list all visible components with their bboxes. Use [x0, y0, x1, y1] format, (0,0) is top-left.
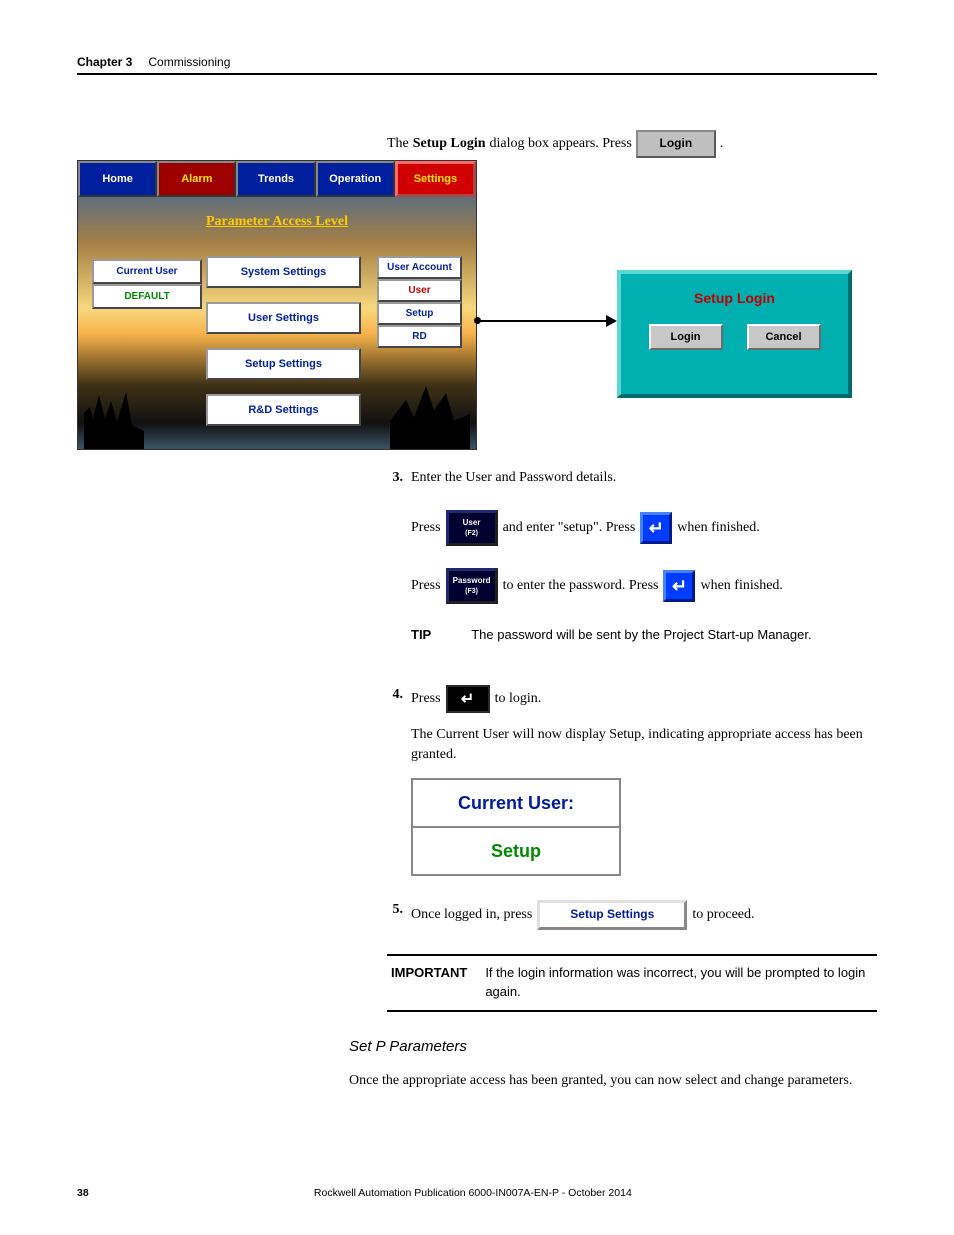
press-enter-login: Press ↵ to login. [411, 685, 877, 713]
key-label: Password [453, 575, 491, 587]
important-callout: IMPORTANT If the login information was i… [387, 954, 877, 1012]
set-p-section: Set P Parameters Once the appropriate ac… [349, 1038, 877, 1089]
tab-settings[interactable]: Settings [395, 161, 476, 197]
tab-operation[interactable]: Operation [316, 161, 395, 197]
setup-settings-button[interactable]: Setup Settings [537, 900, 687, 930]
text: to login. [495, 689, 542, 709]
arrow-head-icon [606, 315, 617, 327]
text: when finished. [700, 576, 782, 596]
step-body: Press ↵ to login. The Current User will … [411, 685, 877, 876]
rd-row[interactable]: RD [377, 325, 462, 348]
enter-key-icon[interactable]: ↵ [663, 570, 695, 602]
setup-login-buttonrow: Login Cancel [649, 324, 821, 350]
settings-buttons: System Settings User Settings Setup Sett… [206, 256, 361, 426]
screenshot-row: Home Alarm Trends Operation Settings Par… [77, 160, 857, 450]
step4-para: The Current User will now display Setup,… [411, 725, 877, 766]
section-heading: Set P Parameters [349, 1038, 877, 1055]
setup-login-title: Setup Login [694, 290, 775, 306]
current-user-value: DEFAULT [92, 284, 202, 309]
current-user-value: Setup [413, 828, 619, 874]
publication-id: Rockwell Automation Publication 6000-IN0… [89, 1187, 857, 1199]
current-user-label: Current User [92, 259, 202, 284]
text: to enter the password. Press [503, 576, 659, 596]
step-number: 5. [387, 900, 403, 930]
oil-rig-silhouette-icon [390, 379, 470, 449]
tab-home[interactable]: Home [78, 161, 157, 197]
step-body: Enter the User and Password details. Pre… [411, 468, 877, 667]
user-account-label: User Account [377, 256, 462, 279]
setup-settings-button[interactable]: Setup Settings [206, 348, 361, 380]
chapter-number: Chapter 3 [77, 55, 132, 69]
text: and enter "setup". Press [503, 518, 636, 538]
system-settings-button[interactable]: System Settings [206, 256, 361, 288]
current-user-group: Current User DEFAULT [92, 259, 202, 309]
current-user-panel: Current User: Setup [411, 778, 621, 876]
intro-line: The Setup Login dialog box appears. Pres… [387, 130, 877, 158]
arrow-line-icon [477, 320, 607, 322]
intro-text-pre: The [387, 134, 409, 154]
enter-key-icon[interactable]: ↵ [640, 512, 672, 544]
key-sub: (F2) [465, 529, 478, 539]
section-para: Once the appropriate access has been gra… [349, 1073, 877, 1089]
step-3: 3. Enter the User and Password details. … [387, 468, 877, 667]
press-password-row: Press Password (F3) to enter the passwor… [411, 568, 877, 604]
step-4: 4. Press ↵ to login. The Current User wi… [387, 685, 877, 876]
important-label: IMPORTANT [391, 964, 467, 983]
user-account-group: User Account User Setup RD [377, 256, 462, 348]
setup-login-dialog: Setup Login Login Cancel [617, 270, 852, 398]
intro-tail: . [720, 134, 724, 154]
key-label: User [463, 517, 481, 529]
chapter-title: Commissioning [148, 55, 230, 69]
intro-text-post: dialog box appears. Press [490, 134, 632, 154]
page-header: Chapter 3 Commissioning [77, 55, 877, 69]
step-number: 4. [387, 685, 403, 876]
hmi-nav: Home Alarm Trends Operation Settings [78, 161, 476, 197]
tip-text: The password will be sent by the Project… [471, 626, 811, 645]
tip-row: TIP The password will be sent by the Pro… [411, 626, 877, 645]
page-footer: 38 Rockwell Automation Publication 6000-… [77, 1187, 877, 1199]
enter-key-icon[interactable]: ↵ [446, 685, 490, 713]
key-sub: (F3) [465, 587, 478, 597]
user-f2-key[interactable]: User (F2) [446, 510, 498, 546]
step3-text: Enter the User and Password details. [411, 470, 616, 485]
text: when finished. [677, 518, 759, 538]
important-text: If the login information was incorrect, … [485, 964, 873, 1002]
step-number: 3. [387, 468, 403, 667]
text: to proceed. [692, 905, 754, 925]
tip-label: TIP [411, 626, 431, 645]
login-button-inline[interactable]: Login [636, 130, 716, 158]
login-button[interactable]: Login [649, 324, 723, 350]
cancel-button[interactable]: Cancel [747, 324, 821, 350]
current-user-label: Current User: [413, 780, 619, 828]
tab-alarm[interactable]: Alarm [157, 161, 236, 197]
user-settings-button[interactable]: User Settings [206, 302, 361, 334]
tab-trends[interactable]: Trends [236, 161, 315, 197]
oil-rig-silhouette-icon [84, 389, 144, 449]
page-number: 38 [77, 1187, 89, 1199]
password-f3-key[interactable]: Password (F3) [446, 568, 498, 604]
user-row[interactable]: User [377, 279, 462, 302]
arrow-connector-icon [477, 315, 617, 327]
step5-row: Once logged in, press Setup Settings to … [411, 900, 877, 930]
steps-column: 3. Enter the User and Password details. … [387, 468, 877, 1012]
hmi-screenshot: Home Alarm Trends Operation Settings Par… [77, 160, 477, 450]
setup-row[interactable]: Setup [377, 302, 462, 325]
intro-text-bold: Setup Login [413, 134, 486, 154]
rd-settings-button[interactable]: R&D Settings [206, 394, 361, 426]
text: Press [411, 689, 441, 709]
text: Once logged in, press [411, 905, 532, 925]
parameter-access-label: Parameter Access Level [78, 214, 476, 230]
text: Press [411, 518, 441, 538]
header-rule [77, 73, 877, 75]
step-5: 5. Once logged in, press Setup Settings … [387, 900, 877, 930]
text: Press [411, 576, 441, 596]
press-user-row: Press User (F2) and enter "setup". Press… [411, 510, 877, 546]
